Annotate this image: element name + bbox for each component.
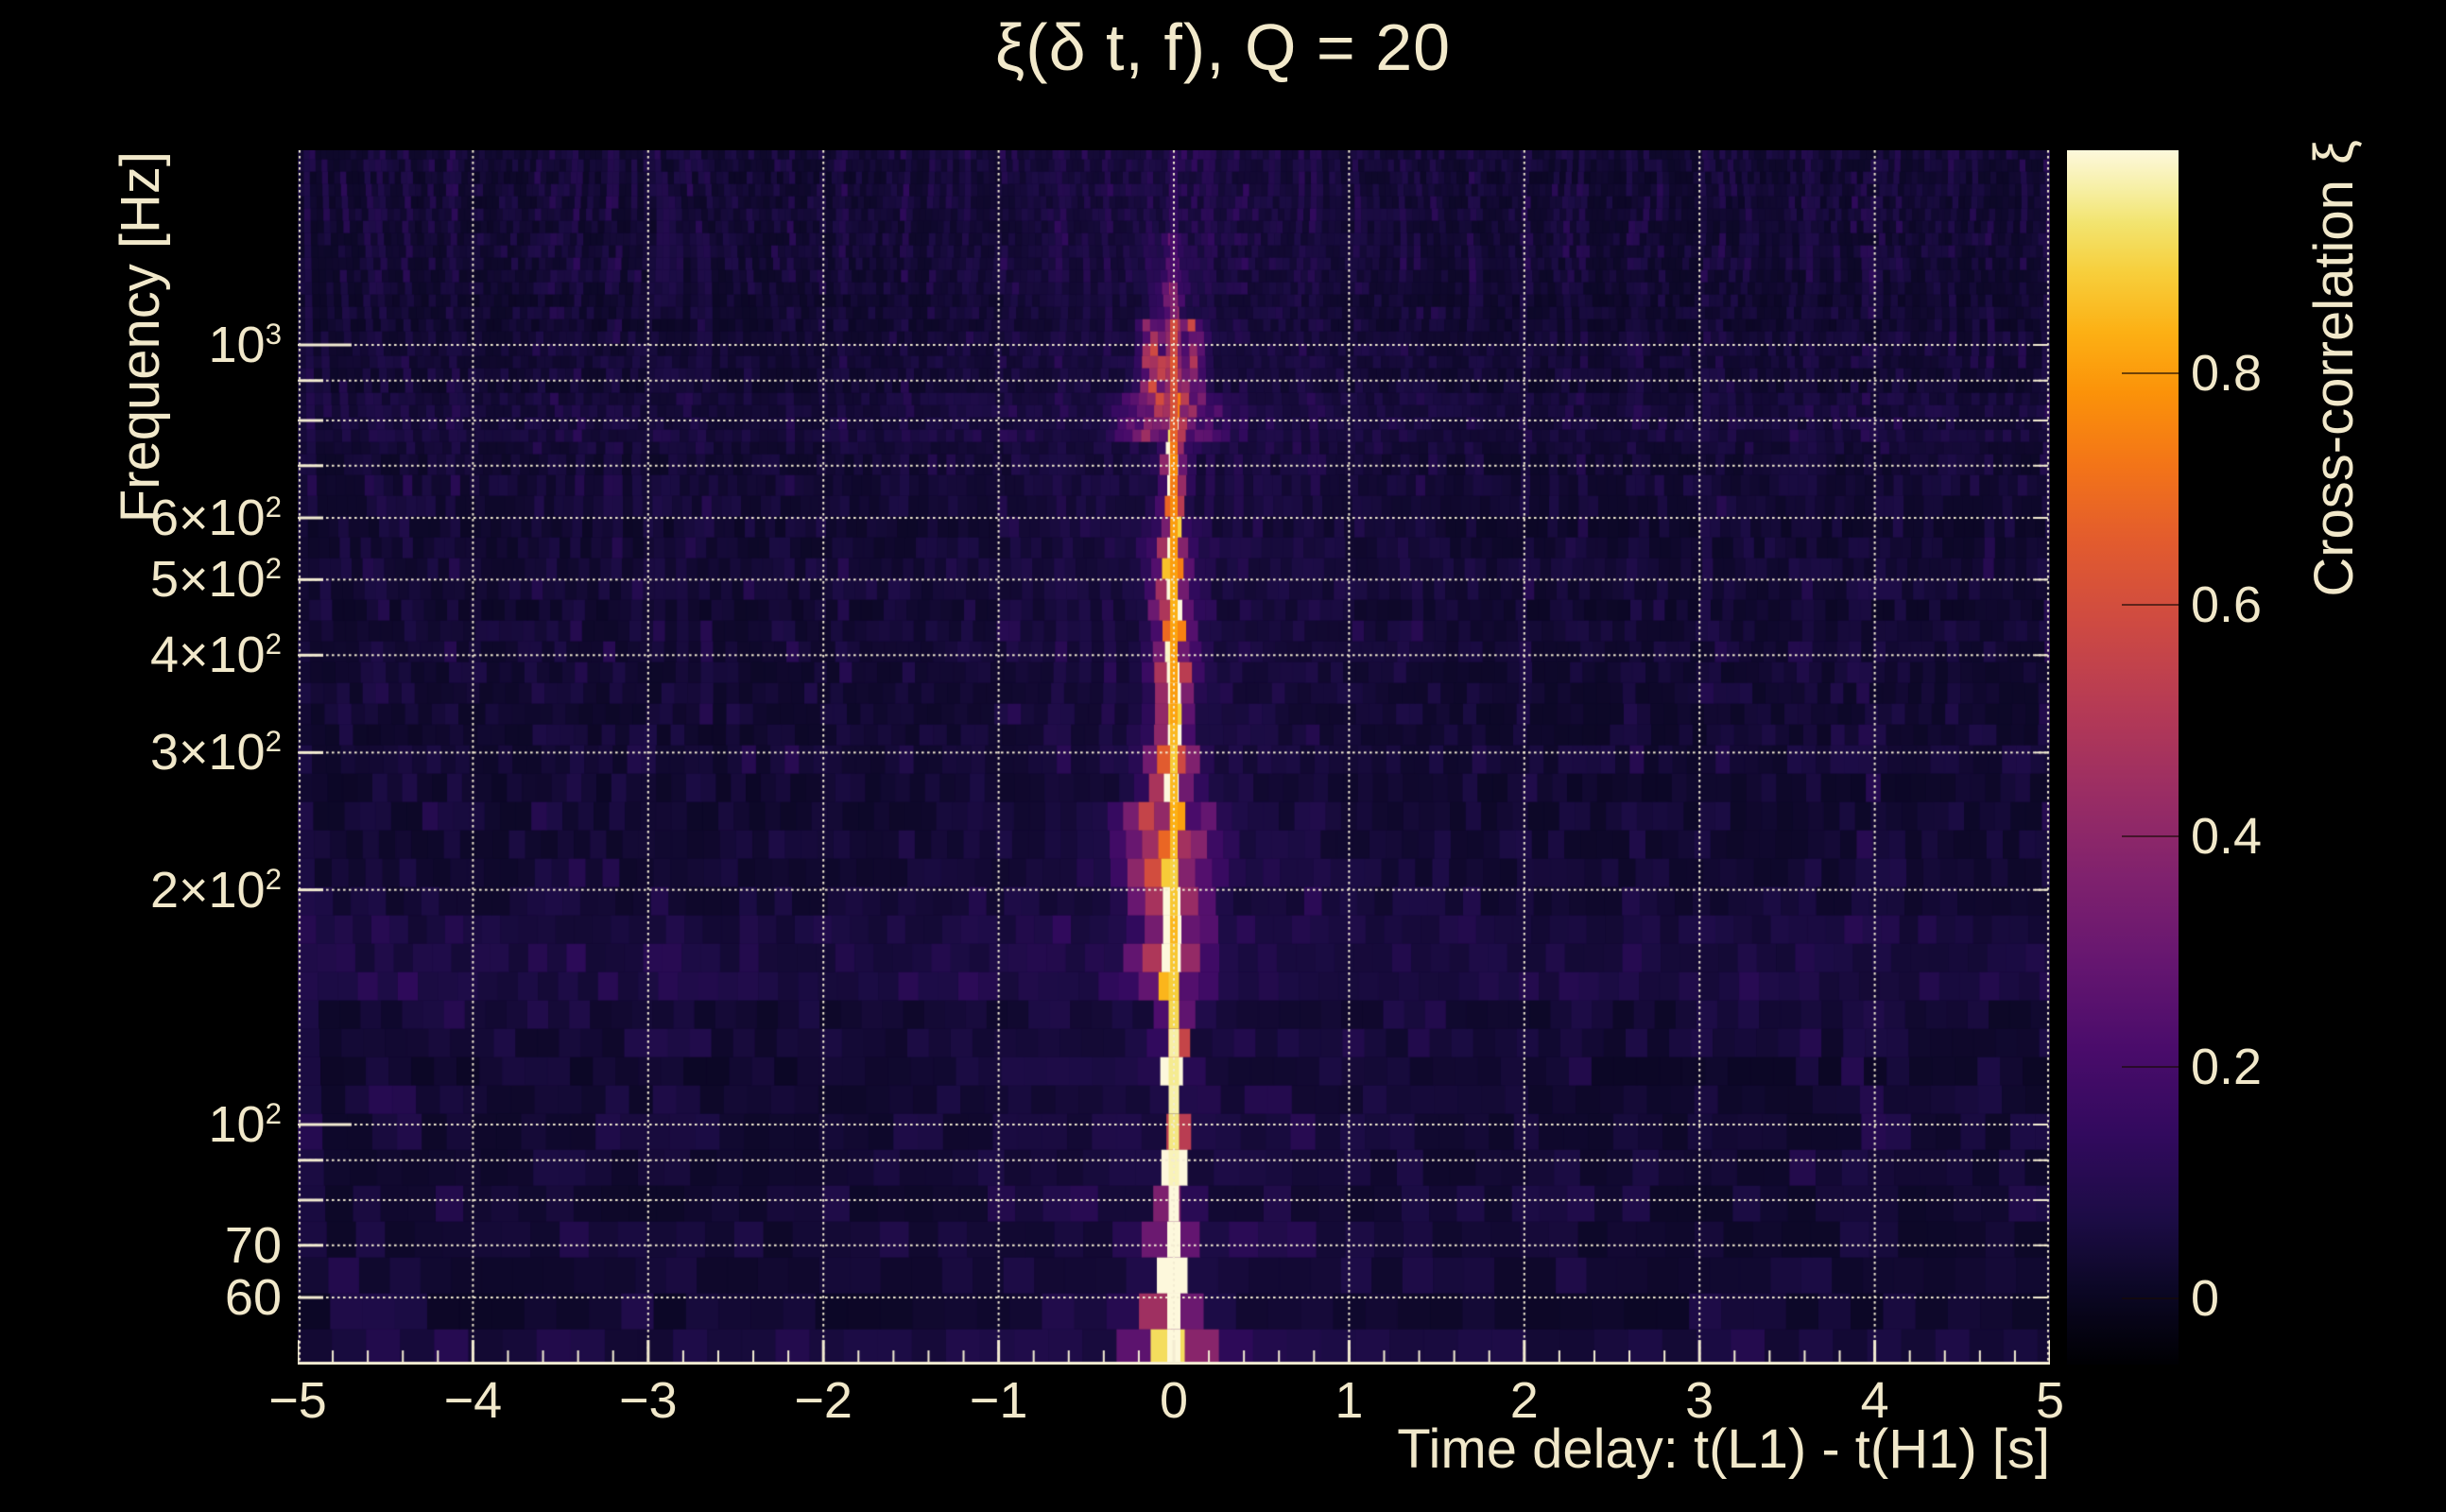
- y-tick-label: 2×102: [149, 861, 282, 919]
- colorbar-tick: [2122, 1066, 2179, 1069]
- x-tick-label: −2: [794, 1372, 853, 1429]
- x-tick-label: 5: [2035, 1372, 2065, 1429]
- x-tick-label: 0: [1159, 1372, 1189, 1429]
- x-tick-label: 1: [1335, 1372, 1364, 1429]
- x-tick-label: 3: [1685, 1372, 1714, 1429]
- heatmap-canvas: [298, 150, 2050, 1365]
- colorbar-tick-label: 0.2: [2191, 1039, 2263, 1096]
- y-tick-label: 103: [208, 317, 283, 373]
- x-tick-label: −4: [443, 1372, 503, 1429]
- y-tick-label: 3×102: [149, 724, 282, 782]
- colorbar-tick: [2122, 603, 2179, 606]
- y-tick-label: 102: [208, 1096, 283, 1153]
- colorbar-tick: [2122, 372, 2179, 375]
- colorbar: [2067, 150, 2179, 1365]
- y-tick-label: 5×102: [149, 551, 282, 609]
- y-tick-label: 4×102: [149, 627, 282, 684]
- x-tick-label: −3: [619, 1372, 678, 1429]
- x-tick-label: 4: [1860, 1372, 1889, 1429]
- colorbar-tick: [2122, 1297, 2179, 1300]
- colorbar-tick-label: 0: [2191, 1270, 2220, 1328]
- colorbar-tick-label: 0.4: [2191, 807, 2263, 865]
- colorbar-title: Cross-correlation ξ: [2303, 140, 2365, 597]
- x-tick-label: 2: [1509, 1372, 1539, 1429]
- x-tick-label: −1: [969, 1372, 1028, 1429]
- y-tick-label: 6×102: [149, 490, 282, 547]
- y-tick-label: 60: [224, 1269, 282, 1327]
- plot-title: ξ(δ t, f), Q = 20: [994, 10, 1452, 84]
- figure-root: ξ(δ t, f), Q = 20 Frequency [Hz] Time de…: [0, 0, 2446, 1512]
- x-tick-label: −5: [268, 1372, 327, 1429]
- colorbar-tick: [2122, 834, 2179, 837]
